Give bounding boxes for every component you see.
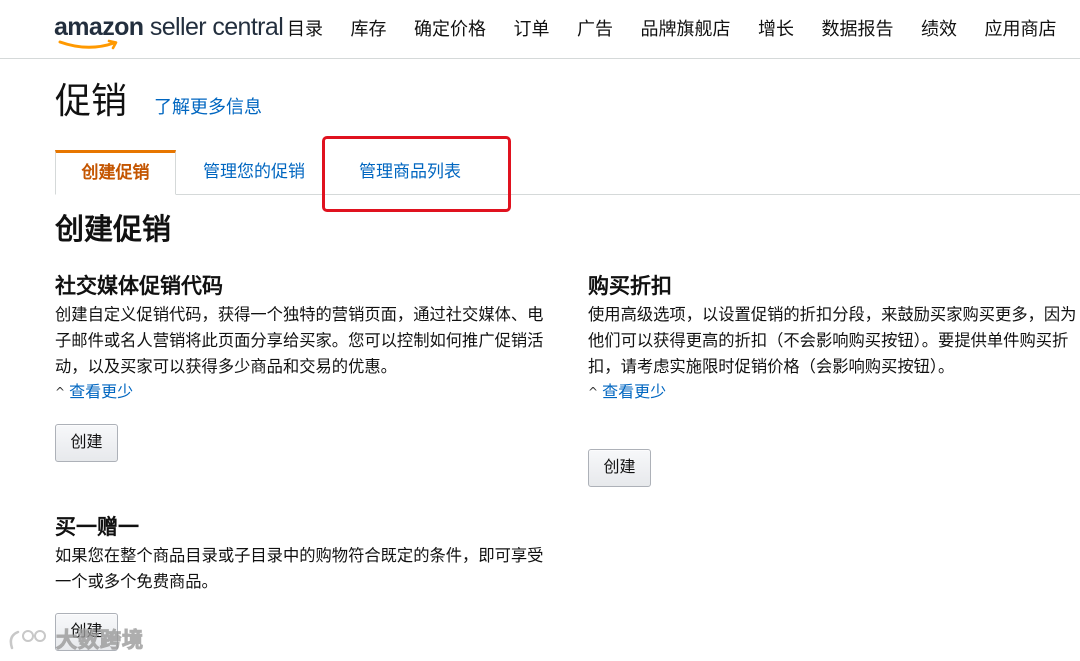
watermark-logo-icon [9, 630, 46, 650]
chevron-up-icon: ^ [55, 385, 66, 399]
card-title: 买一赠一 [55, 515, 139, 539]
card-social-media-promo-code: 社交媒体促销代码 创建自定义促销代码，获得一个独特的营销页面，通过社交媒体、电子… [55, 271, 550, 462]
card-description: 创建自定义促销代码，获得一个独特的营销页面，通过社交媒体、电子邮件或名人营销将此… [55, 305, 544, 376]
promotions-page: amazon seller central 目录 库存 确定价格 订单 广告 品… [0, 0, 1080, 661]
highlight-annotation-box [322, 136, 511, 212]
card-description: 如果您在整个商品目录或子目录中的购物符合既定的条件，即可享受一个或多个免费商品。 [55, 546, 544, 591]
learn-more-link[interactable]: 了解更多信息 [154, 96, 262, 120]
create-discount-button[interactable]: 创建 [588, 449, 651, 487]
tab-create-promotion[interactable]: 创建促销 [55, 150, 176, 195]
see-less-label: 查看更少 [69, 382, 134, 401]
nav-item-advertising[interactable]: 广告 [577, 18, 613, 42]
card-purchase-discount: 购买折扣 使用高级选项，以设置促销的折扣分段，来鼓励买家购买更多，因为他们可以获… [588, 271, 1080, 487]
card-buy-one-get-one: 买一赠一 如果您在整个商品目录或子目录中的购物符合既定的条件，即可享受一个或多个… [55, 512, 550, 651]
watermark-text: 大数跨境 [56, 628, 144, 653]
amazon-smile-icon [58, 39, 118, 50]
nav-item-orders[interactable]: 订单 [514, 18, 550, 42]
amazon-seller-central-logo[interactable]: amazon seller central [54, 12, 284, 50]
nav-item-inventory[interactable]: 库存 [351, 18, 387, 42]
top-navigation: amazon seller central 目录 库存 确定价格 订单 广告 品… [0, 0, 1080, 59]
card-title: 购买折扣 [588, 274, 672, 298]
nav-item-pricing[interactable]: 确定价格 [414, 18, 486, 42]
nav-item-reports[interactable]: 数据报告 [822, 18, 894, 42]
card-description: 使用高级选项，以设置促销的折扣分段，来鼓励买家购买更多，因为他们可以获得更高的折… [588, 305, 1077, 376]
see-less-link[interactable]: ^ 查看更少 [55, 380, 133, 404]
see-less-link[interactable]: ^ 查看更少 [588, 380, 666, 404]
create-social-promo-button[interactable]: 创建 [55, 424, 118, 462]
nav-item-appstore[interactable]: 应用商店 [985, 18, 1057, 42]
nav-item-catalog[interactable]: 目录 [287, 18, 323, 42]
section-title: 创建促销 [55, 212, 172, 246]
nav-menu: 目录 库存 确定价格 订单 广告 品牌旗舰店 增长 数据报告 绩效 应用商店 [287, 18, 1080, 42]
nav-item-stores[interactable]: 品牌旗舰店 [641, 18, 731, 42]
watermark: 大数跨境 [6, 624, 151, 658]
chevron-up-icon: ^ [588, 385, 599, 399]
page-title: 促销 [55, 81, 128, 122]
nav-item-growth[interactable]: 增长 [758, 18, 794, 42]
logo-text: amazon seller central [54, 13, 284, 41]
see-less-label: 查看更少 [602, 382, 667, 401]
card-title: 社交媒体促销代码 [55, 274, 223, 298]
tab-manage-promotions[interactable]: 管理您的促销 [186, 150, 322, 195]
nav-item-performance[interactable]: 绩效 [921, 18, 957, 42]
